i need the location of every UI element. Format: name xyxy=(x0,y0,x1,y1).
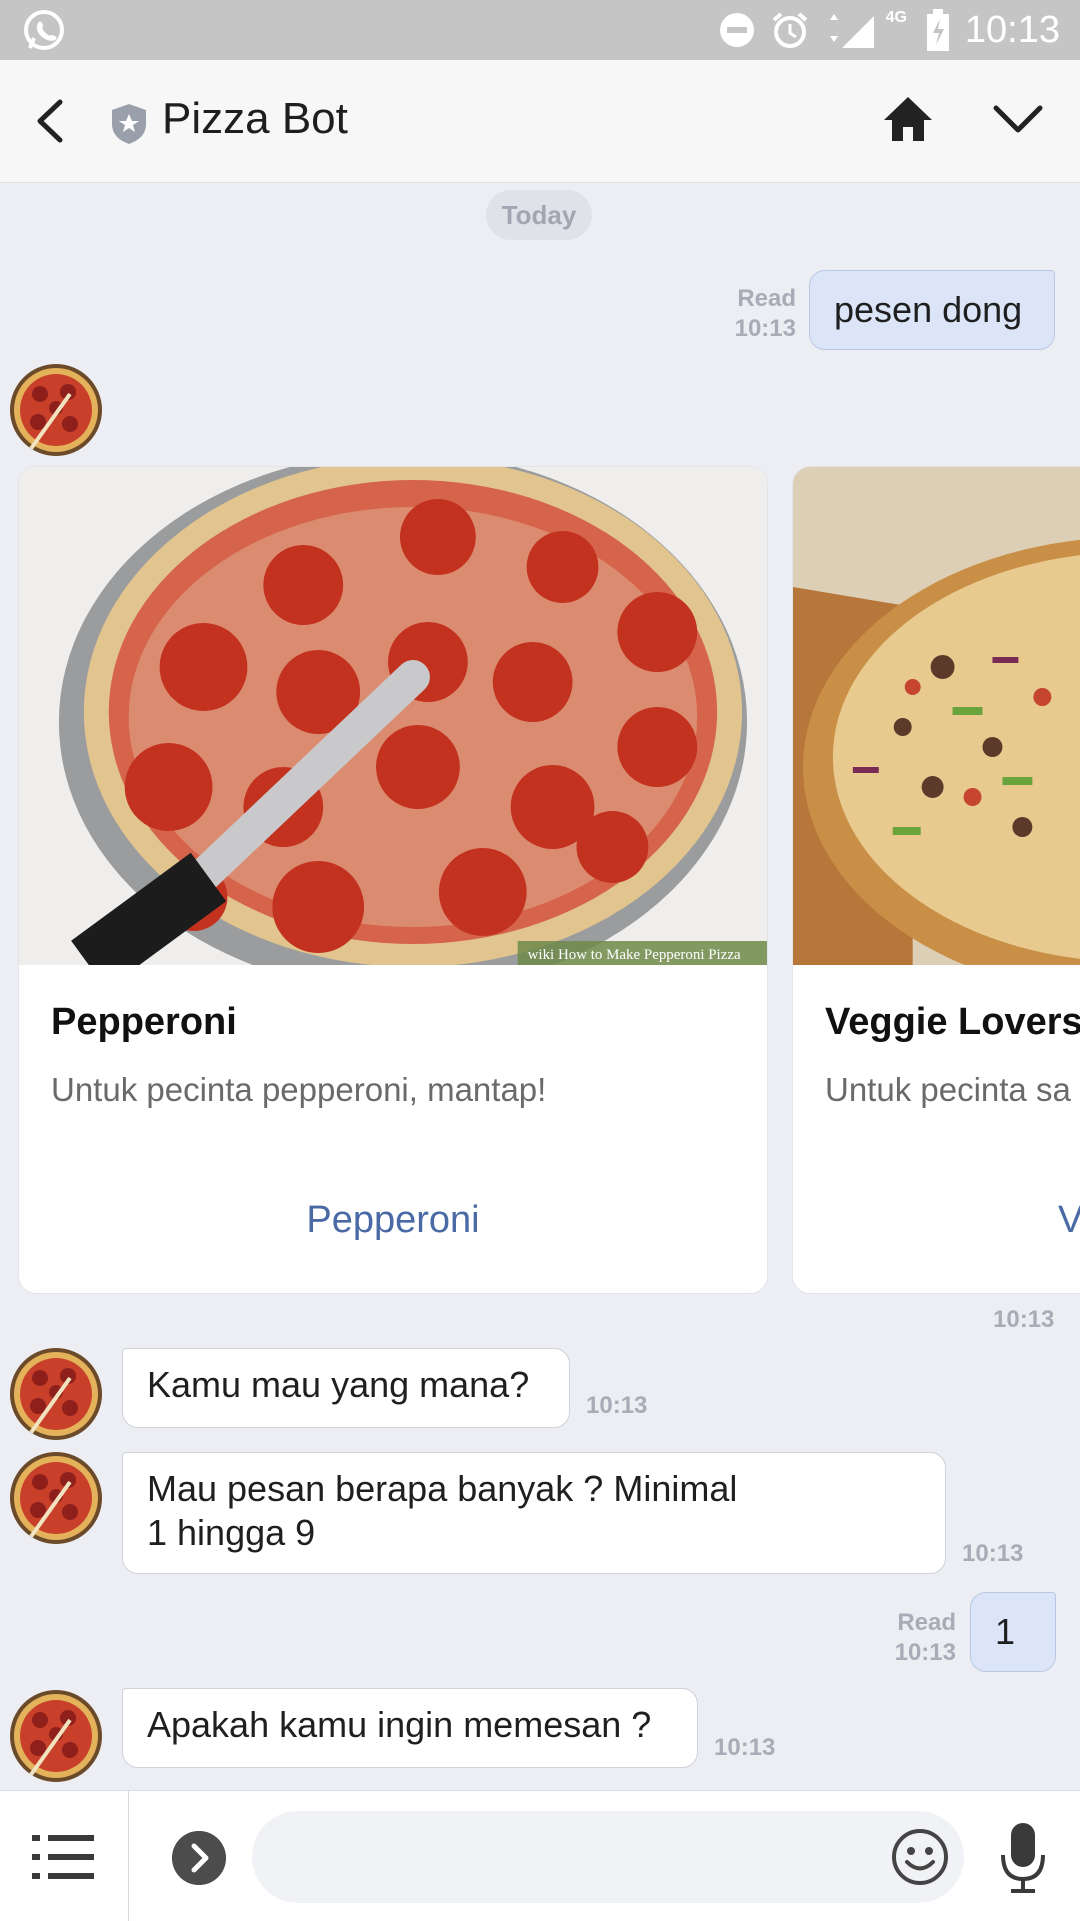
home-icon[interactable] xyxy=(882,94,934,144)
pizza-avatar-icon xyxy=(10,1452,102,1544)
card-action-button[interactable]: Pepperoni xyxy=(19,1199,767,1242)
message-text: Apakah kamu ingin memesan ? xyxy=(147,1704,652,1745)
chat-header: Pizza Bot xyxy=(0,60,1080,183)
whatsapp-icon xyxy=(24,10,64,50)
microphone-icon[interactable] xyxy=(1000,1823,1046,1895)
alarm-icon xyxy=(772,12,807,48)
card-description: Untuk pecinta sa xyxy=(825,1071,1071,1108)
read-receipt: Read 10:13 xyxy=(860,1608,956,1668)
battery-charging-icon xyxy=(926,9,949,51)
image-caption: wiki How to Make Pepperoni Pizza xyxy=(528,947,741,963)
card-description: Untuk pecinta pepperoni, mantap! xyxy=(51,1071,547,1108)
message-text-line: 1 hingga 9 xyxy=(147,1512,316,1553)
message-text: 1 xyxy=(995,1611,1016,1652)
card-action-button[interactable]: V xyxy=(1058,1199,1080,1242)
status-bar: 4G 10:13 xyxy=(0,0,1080,60)
status-time: 10:13 xyxy=(964,8,1060,51)
message-text: pesen dong xyxy=(834,289,1023,330)
read-status: Read xyxy=(737,285,796,312)
message-time: 10:13 xyxy=(586,1392,648,1419)
message-input-bar xyxy=(0,1790,1080,1921)
pizza-avatar-icon xyxy=(10,1348,102,1440)
network-type-label: 4G xyxy=(885,9,907,26)
carousel-card-pepperoni[interactable]: wiki How to Make Pepperoni Pizza Peppero… xyxy=(18,466,768,1294)
date-separator: Today xyxy=(486,190,592,240)
incoming-message-bubble[interactable]: Apakah kamu ingin memesan ? xyxy=(122,1688,698,1768)
chat-title: Pizza Bot xyxy=(162,94,348,143)
emoji-icon[interactable] xyxy=(890,1827,950,1887)
message-time: 10:13 xyxy=(993,1306,1055,1333)
message-time: 10:13 xyxy=(962,1540,1024,1567)
message-text: Kamu mau yang mana? xyxy=(147,1364,530,1405)
message-time: 10:13 xyxy=(714,1734,776,1761)
product-carousel[interactable]: wiki How to Make Pepperoni Pizza Peppero… xyxy=(0,466,1080,1296)
bot-avatar[interactable] xyxy=(10,1452,102,1544)
chevron-down-icon[interactable] xyxy=(992,100,1044,140)
chevron-right-icon[interactable] xyxy=(172,1831,226,1885)
message-time: 10:13 xyxy=(894,1639,956,1666)
bot-avatar[interactable] xyxy=(10,1348,102,1440)
menu-list-icon[interactable] xyxy=(32,1831,94,1883)
input-divider xyxy=(128,1791,129,1921)
pizza-avatar-icon xyxy=(10,364,102,456)
read-status: Read xyxy=(897,1609,956,1636)
bot-avatar[interactable] xyxy=(10,364,102,456)
outgoing-message-bubble[interactable]: 1 xyxy=(970,1592,1056,1672)
message-input[interactable] xyxy=(252,1811,964,1903)
do-not-disturb-icon xyxy=(719,13,754,47)
outgoing-message-bubble[interactable]: pesen dong xyxy=(809,270,1055,350)
veggie-pizza-image xyxy=(793,467,1080,965)
incoming-message-bubble[interactable]: Kamu mau yang mana? xyxy=(122,1348,570,1428)
card-title: Pepperoni xyxy=(51,1001,237,1043)
message-time: 10:13 xyxy=(734,315,796,342)
incoming-message-bubble[interactable]: Mau pesan berapa banyak ? Minimal 1 hing… xyxy=(122,1452,946,1574)
pepperoni-pizza-image: wiki How to Make Pepperoni Pizza xyxy=(19,467,767,965)
official-shield-icon xyxy=(112,104,146,144)
back-arrow-icon[interactable] xyxy=(30,96,70,146)
card-title: Veggie Lovers xyxy=(825,1001,1080,1043)
pizza-avatar-icon xyxy=(10,1690,102,1782)
signal-icon xyxy=(829,14,874,48)
bot-avatar[interactable] xyxy=(10,1690,102,1782)
read-receipt: Read 10:13 xyxy=(700,284,796,344)
message-text-line: Mau pesan berapa banyak ? Minimal xyxy=(147,1468,738,1509)
carousel-card-veggie-lovers[interactable]: Veggie Lovers Untuk pecinta sa V xyxy=(792,466,1080,1294)
